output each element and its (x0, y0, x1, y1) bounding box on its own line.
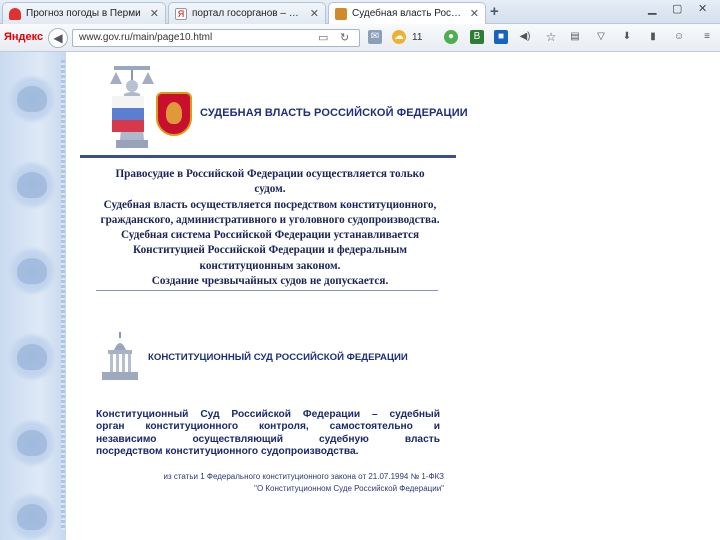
star-icon[interactable]: ☆ (544, 30, 558, 44)
eagle-emblem-icon (7, 492, 57, 540)
url-text: www.gov.ru/main/page10.html (79, 32, 213, 43)
weather-favicon-icon (9, 7, 21, 20)
clipboard-icon[interactable]: ▤ (568, 30, 582, 44)
eagle-emblem-icon (7, 160, 57, 210)
new-tab-button[interactable]: + (490, 3, 499, 20)
russian-flag-icon (112, 96, 144, 132)
text-line: Конституцией Российской Федерации и феде… (133, 244, 407, 257)
pocket-icon[interactable]: ▽ (594, 30, 608, 44)
menu-icon[interactable]: ≡ (700, 30, 714, 44)
coat-of-arms-icon (156, 92, 192, 136)
section-title: КОНСТИТУЦИОННЫЙ СУД РОССИЙСКОЙ ФЕДЕРАЦИИ (148, 352, 408, 363)
text-line: конституционным законом. (199, 259, 341, 272)
page-title: СУДЕБНАЯ ВЛАСТЬ РОССИЙСКОЙ ФЕДЕРАЦИИ (200, 107, 468, 119)
text-line: Создание чрезвычайных судов не допускает… (151, 275, 389, 288)
citation-line: "О Конституционном Суде Российской Федер… (254, 484, 444, 493)
speaker-icon[interactable]: ◀) (518, 30, 532, 44)
constitutional-court-text: Конституционный Суд Российской Федерации… (96, 409, 440, 459)
vertical-watermark-text (61, 60, 65, 530)
text-line: Судебная власть осуществляется посредств… (103, 198, 437, 211)
back-button[interactable]: ◀ (48, 28, 68, 48)
eagle-emblem-icon (7, 74, 57, 124)
maximize-icon[interactable]: ▢ (672, 2, 682, 15)
close-icon[interactable]: ✕ (310, 7, 319, 20)
tab-label: Судебная власть Россий (352, 8, 465, 19)
eagle-emblem-icon (7, 418, 57, 468)
tab-label: Прогноз погоды в Перми (26, 8, 141, 19)
text-line: независимо осуществляющий судебную власт… (96, 433, 440, 445)
window-close-icon[interactable]: ✕ (698, 2, 707, 15)
close-icon[interactable]: ✕ (470, 7, 479, 20)
citation-line: из статьи 1 Федерального конституционног… (163, 472, 444, 481)
tab-judicial-power[interactable]: Судебная власть Россий ✕ (328, 2, 486, 24)
text-line: Конституционный Суд Российской Федерации… (96, 409, 440, 420)
mail-icon[interactable]: ✉ (368, 30, 382, 44)
address-toolbar: Яндекс ◀ www.gov.ru/main/page10.html ▭ ↻… (0, 24, 720, 52)
ext-blue-icon[interactable]: ■ (494, 30, 508, 44)
text-line: орган конституционного контроля, самосто… (96, 421, 440, 433)
eagle-emblem-icon (7, 332, 57, 382)
coat-of-arms-favicon-icon (335, 7, 347, 20)
text-line: Правосудие в Российской Федерации осущес… (115, 168, 425, 180)
yandex-logo[interactable]: Яндекс (4, 31, 43, 43)
tab-weather[interactable]: Прогноз погоды в Перми ✕ (2, 2, 166, 24)
reload-icon[interactable]: ↻ (340, 31, 349, 44)
text-line: судом. (254, 183, 286, 196)
ext-green-icon[interactable]: ● (444, 30, 458, 44)
address-bar[interactable]: www.gov.ru/main/page10.html (72, 29, 360, 47)
minimize-icon[interactable]: ▁ (648, 2, 656, 15)
source-citation: из статьи 1 Федерального конституционног… (140, 471, 444, 495)
decorative-side-strip (0, 52, 66, 540)
court-building-icon (102, 332, 138, 380)
tab-strip: Прогноз погоды в Перми ✕ Я портал госорг… (0, 0, 720, 24)
bookmark-icon[interactable]: ▮ (646, 30, 660, 44)
text-line: посредством конституционного судопроизво… (96, 446, 359, 458)
weather-icon[interactable]: ☁ (392, 30, 406, 44)
divider (80, 155, 456, 158)
text-line: Судебная система Российской Федерации ус… (121, 229, 419, 242)
weather-temperature: 11 (412, 32, 423, 43)
close-icon[interactable]: ✕ (150, 7, 159, 20)
yandex-favicon-icon: Я (175, 7, 187, 20)
tab-label: портал госорганов – Янд (192, 8, 305, 19)
tab-yandex-search[interactable]: Я портал госорганов – Янд ✕ (168, 2, 326, 24)
reader-icon[interactable]: ▭ (318, 31, 328, 44)
text-line: гражданского, административного и уголов… (100, 213, 440, 226)
judicial-power-text: Правосудие в Российской Федерации осущес… (80, 167, 460, 289)
download-icon[interactable]: ⬇ (620, 30, 634, 44)
ext-b-icon[interactable]: B (470, 30, 484, 44)
eagle-emblem-icon (7, 246, 57, 296)
emoji-icon[interactable]: ☺ (672, 30, 686, 44)
divider (96, 290, 438, 291)
